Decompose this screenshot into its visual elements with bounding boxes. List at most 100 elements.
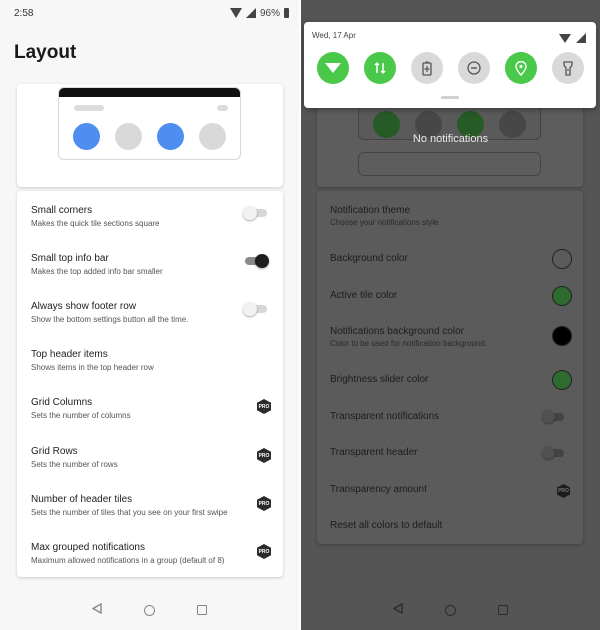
setting-title: Always show footer row (31, 301, 137, 312)
active-tile-color-swatch[interactable] (552, 286, 572, 306)
location-icon (515, 60, 527, 76)
signal-icon (245, 8, 256, 18)
battery-percent: 96% (259, 7, 280, 19)
transparent-notifications-toggle[interactable] (542, 410, 564, 423)
setting-transparent-notifications[interactable]: Transparent notifications (330, 410, 570, 423)
setting-always-show-footer-row[interactable]: Always show footer row Show the bottom s… (31, 301, 271, 325)
setting-title: Background color (330, 253, 408, 264)
mobile-data-tile[interactable] (364, 52, 396, 84)
setting-title: Transparency amount (330, 484, 427, 495)
setting-title: Transparent header (330, 447, 418, 458)
setting-title: Notifications background color (330, 326, 464, 337)
setting-number-of-header-tiles[interactable]: Number of header tiles Sets the number o… (31, 494, 271, 518)
setting-transparent-header[interactable]: Transparent header (330, 446, 570, 459)
setting-reset-colors[interactable]: Reset all colors to default (330, 520, 570, 532)
setting-title: Small corners (31, 205, 93, 216)
setting-subtitle: Shows items in the top header row (31, 363, 154, 372)
setting-subtitle: Makes the quick tile sections square (31, 219, 160, 228)
flashlight-tile[interactable] (552, 52, 584, 84)
setting-title: Reset all colors to default (330, 520, 443, 531)
setting-subtitle: Sets the number of tiles that you see on… (31, 508, 228, 517)
preview-panel (58, 87, 241, 160)
back-icon[interactable] (91, 601, 102, 619)
background-color-swatch[interactable] (552, 249, 572, 269)
preview-topbar (59, 88, 240, 97)
notifications-background-color-swatch[interactable] (552, 326, 572, 346)
setting-title: Brightness slider color (330, 374, 429, 385)
setting-title: Grid Rows (31, 446, 78, 457)
setting-background-color[interactable]: Background color (330, 249, 572, 269)
preview-tile (115, 123, 142, 150)
preview-tile (199, 123, 226, 150)
navigation-bar (301, 590, 600, 630)
status-bar: 2:58 96% (0, 0, 299, 26)
setting-small-top-info-bar[interactable]: Small top info bar Makes the top added i… (31, 253, 271, 277)
quick-settings-tiles (317, 52, 584, 84)
brightness-slider-color-swatch[interactable] (552, 370, 572, 390)
quick-settings-shade: Wed, 17 Apr (304, 22, 596, 108)
battery-saver-icon (422, 61, 432, 76)
setting-subtitle: Sets the number of rows (31, 460, 118, 469)
do-not-disturb-tile[interactable] (458, 52, 490, 84)
dimmed-preview-footer (358, 152, 541, 176)
setting-title: Top header items (31, 349, 108, 360)
setting-grid-columns[interactable]: Grid Columns Sets the number of columns … (31, 397, 271, 421)
setting-top-header-items[interactable]: Top header items Shows items in the top … (31, 349, 271, 373)
preview-tile (157, 123, 184, 150)
do-not-disturb-icon (467, 61, 481, 75)
transparent-header-toggle[interactable] (542, 446, 564, 459)
setting-subtitle: Makes the top added info bar smaller (31, 267, 163, 276)
toggle-knob (542, 410, 555, 423)
setting-title: Max grouped notifications (31, 542, 145, 553)
always-show-footer-row-toggle[interactable] (243, 302, 267, 316)
home-icon[interactable] (144, 604, 155, 616)
mobile-data-icon (374, 61, 386, 75)
setting-subtitle: Choose your notifications style (330, 218, 439, 227)
color-settings-list: Notification theme Choose your notificat… (317, 191, 583, 544)
setting-notifications-background-color[interactable]: Notifications background color Color to … (330, 326, 572, 349)
layout-preview-card (17, 84, 283, 187)
setting-grid-rows[interactable]: Grid Rows Sets the number of rows PRO (31, 446, 271, 470)
status-icons: 96% (229, 7, 289, 19)
setting-title: Number of header tiles (31, 494, 133, 505)
setting-title: Active tile color (330, 290, 398, 301)
small-corners-toggle[interactable] (243, 206, 267, 220)
toggle-knob (243, 206, 257, 220)
status-time: 2:58 (14, 7, 34, 19)
setting-max-grouped-notifications[interactable]: Max grouped notifications Maximum allowe… (31, 542, 271, 566)
back-icon[interactable] (392, 601, 403, 619)
setting-title: Transparent notifications (330, 411, 440, 422)
shade-status-icons (559, 30, 586, 48)
toggle-knob (542, 446, 555, 459)
shade-date: Wed, 17 Apr (312, 31, 356, 40)
wifi-icon (559, 30, 571, 48)
setting-title: Small top info bar (31, 253, 109, 264)
shade-drag-handle[interactable] (441, 96, 459, 99)
setting-small-corners[interactable]: Small corners Makes the quick tile secti… (31, 205, 271, 229)
setting-notification-theme[interactable]: Notification theme Choose your notificat… (330, 205, 570, 228)
layout-settings-screen: 2:58 96% Layout Small corners Makes the … (0, 0, 299, 630)
navigation-bar (0, 590, 299, 630)
wifi-icon (325, 62, 341, 74)
setting-subtitle: Maximum allowed notifications in a group… (31, 556, 225, 565)
recents-icon[interactable] (498, 605, 508, 615)
setting-active-tile-color[interactable]: Active tile color (330, 286, 572, 306)
toggle-knob (255, 254, 269, 268)
preview-tile (73, 123, 100, 150)
setting-subtitle: Sets the number of columns (31, 411, 131, 420)
colors-settings-screen: No notifications Notification theme Choo… (301, 0, 600, 630)
preview-header-line (74, 105, 104, 111)
setting-subtitle: Show the bottom settings button all the … (31, 315, 189, 324)
battery-saver-tile[interactable] (411, 52, 443, 84)
setting-transparency-amount[interactable]: Transparency amount PRO (330, 484, 570, 498)
battery-icon (284, 8, 289, 18)
wifi-tile[interactable] (317, 52, 349, 84)
small-top-info-bar-toggle[interactable] (245, 254, 269, 268)
recents-icon[interactable] (197, 605, 207, 615)
setting-brightness-slider-color[interactable]: Brightness slider color (330, 370, 572, 390)
signal-icon (576, 30, 586, 48)
location-tile[interactable] (505, 52, 537, 84)
home-icon[interactable] (445, 604, 456, 616)
toggle-knob (243, 302, 257, 316)
setting-subtitle: Color to be used for notification backgr… (330, 339, 487, 348)
